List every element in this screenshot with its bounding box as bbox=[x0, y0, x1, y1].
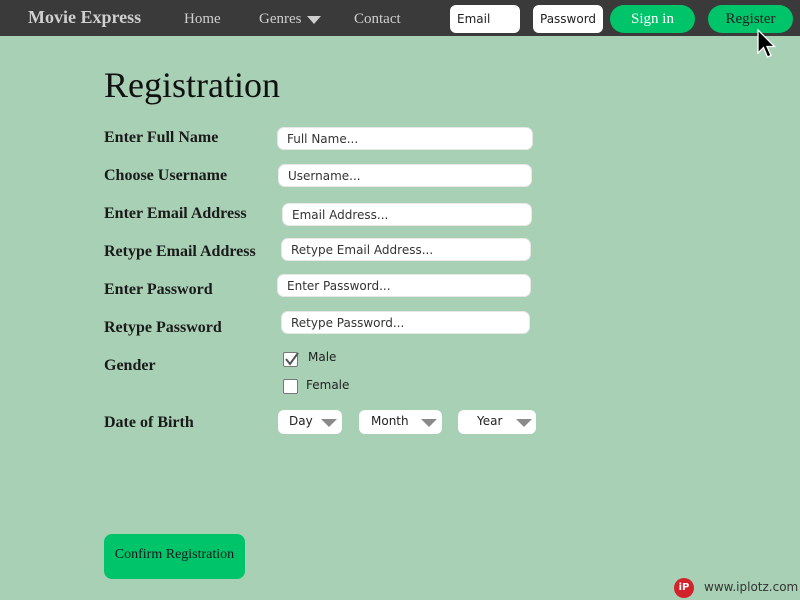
username-label: Choose Username bbox=[104, 167, 228, 184]
dob-year-select[interactable]: Year bbox=[458, 410, 536, 434]
nav-link-contact[interactable]: Contact bbox=[354, 11, 401, 28]
page-title: Registration bbox=[104, 65, 280, 105]
password-confirm-label: Retype Password bbox=[104, 319, 222, 336]
password-input[interactable] bbox=[277, 274, 531, 297]
email-input[interactable] bbox=[282, 203, 532, 226]
gender-female-label: Female bbox=[306, 378, 350, 392]
password-label: Enter Password bbox=[104, 281, 213, 298]
nav-link-genres[interactable]: Genres bbox=[259, 11, 322, 28]
register-button[interactable]: Register bbox=[708, 5, 793, 33]
iplotz-logo-icon: iP bbox=[674, 578, 694, 598]
checkmark-icon bbox=[285, 352, 299, 366]
top-navbar: Movie Express Home Genres Contact Sign i… bbox=[0, 0, 800, 36]
dob-month-value: Month bbox=[371, 414, 409, 428]
chevron-down-icon bbox=[307, 16, 322, 24]
login-email-input[interactable] bbox=[450, 5, 520, 33]
dob-day-value: Day bbox=[289, 414, 313, 428]
gender-male-label: Male bbox=[308, 350, 337, 364]
signin-button[interactable]: Sign in bbox=[610, 5, 695, 33]
brand-logo[interactable]: Movie Express bbox=[28, 7, 141, 28]
confirm-registration-button[interactable]: Confirm Registration bbox=[104, 534, 245, 579]
chevron-down-icon bbox=[516, 419, 532, 427]
mouse-pointer-icon bbox=[757, 29, 777, 58]
nav-link-home[interactable]: Home bbox=[184, 11, 221, 28]
nav-link-genres-label: Genres bbox=[259, 11, 302, 27]
gender-label: Gender bbox=[104, 357, 156, 374]
dob-day-select[interactable]: Day bbox=[278, 410, 342, 434]
chevron-down-icon bbox=[421, 419, 437, 427]
username-input[interactable] bbox=[278, 164, 532, 187]
email-confirm-label: Retype Email Address bbox=[104, 243, 256, 260]
watermark-text: www.iplotz.com bbox=[704, 580, 799, 594]
dob-label: Date of Birth bbox=[104, 414, 194, 431]
chevron-down-icon bbox=[321, 419, 337, 427]
login-password-input[interactable] bbox=[533, 5, 603, 33]
full-name-input[interactable] bbox=[277, 127, 533, 150]
email-confirm-input[interactable] bbox=[281, 238, 531, 261]
email-label: Enter Email Address bbox=[104, 205, 247, 222]
password-confirm-input[interactable] bbox=[281, 311, 530, 334]
dob-month-select[interactable]: Month bbox=[359, 410, 442, 434]
full-name-label: Enter Full Name bbox=[104, 129, 219, 146]
gender-female-checkbox[interactable] bbox=[283, 379, 298, 394]
gender-male-checkbox[interactable] bbox=[283, 352, 299, 367]
dob-year-value: Year bbox=[477, 414, 503, 428]
